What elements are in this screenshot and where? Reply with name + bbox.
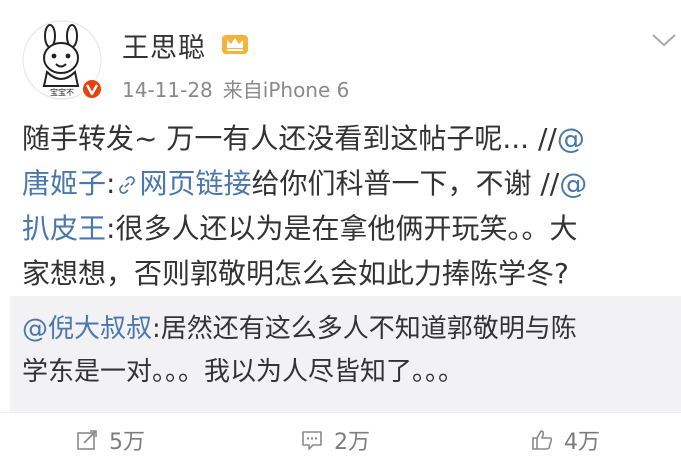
mention-link[interactable]: 扒皮王	[22, 212, 106, 245]
post-line-1: 随手转发~ 万一有人还没看到这帖子呢... //@	[22, 116, 672, 161]
post-content: 随手转发~ 万一有人还没看到这帖子呢... //@ 唐姬子: 网页链接给你们科普一…	[22, 116, 672, 296]
comment-button[interactable]: 2万	[300, 425, 370, 455]
like-count: 4万	[564, 430, 600, 455]
mention-link[interactable]: @	[557, 122, 585, 155]
link-icon	[119, 176, 136, 194]
like-button[interactable]: 4万	[530, 425, 600, 455]
post-line-2: 唐姬子: 网页链接给你们科普一下，不谢 //@	[22, 161, 672, 206]
post-text: :很多人还以为是在拿他俩开玩笑。。大	[106, 212, 578, 245]
comment-count: 2万	[334, 430, 370, 455]
retweet-block[interactable]: @倪大叔叔:居然还有这么多人不知道郭敬明与陈 学东是一对。。。我以为人尽皆知了。…	[10, 296, 681, 412]
chevron-down-icon[interactable]	[650, 30, 678, 50]
post-text: 随手转发~ 万一有人还没看到这帖子呢... //	[22, 122, 557, 155]
avatar-caption: 宝宝不	[50, 87, 74, 97]
action-bar: 5万 2万 4万	[0, 412, 681, 464]
post-line-3: 扒皮王:很多人还以为是在拿他俩开玩笑。。大	[22, 206, 672, 251]
crown-icon[interactable]	[220, 29, 250, 57]
comment-icon	[302, 431, 322, 450]
retweet-text: @倪大叔叔:居然还有这么多人不知道郭敬明与陈 学东是一对。。。我以为人尽皆知了。…	[22, 308, 681, 394]
repost-button[interactable]: 5万	[75, 425, 145, 455]
post-date[interactable]: 14-11-28	[122, 78, 213, 102]
web-link[interactable]: 网页链接	[115, 167, 251, 200]
mention-link[interactable]: 唐姬子	[22, 167, 106, 200]
retweet-author-link[interactable]: @倪大叔叔	[22, 314, 152, 344]
mention-link[interactable]: @	[559, 167, 587, 200]
retweet-text-part: :居然还有这么多人不知道郭敬明与陈	[152, 314, 577, 344]
post-source: 来自iPhone 6	[222, 78, 350, 102]
repost-icon	[77, 430, 97, 450]
post-line-4: 家想想，否则郭敬明怎么会如此力捧陈学冬?	[22, 257, 569, 290]
retweet-line-1: @倪大叔叔:居然还有这么多人不知道郭敬明与陈	[22, 308, 681, 351]
post-meta: 14-11-28 来自iPhone 6	[122, 74, 349, 103]
verified-v-icon	[82, 79, 102, 99]
username[interactable]: 王思聪	[122, 26, 206, 65]
weibo-post: 宝宝不 王思聪 14-11-28 来自iPhone 6 随手转发~ 万一有人还没看…	[0, 0, 681, 464]
thumbs-up-icon	[532, 430, 553, 450]
repost-count: 5万	[109, 430, 145, 455]
web-link-label: 网页链接	[139, 167, 252, 200]
post-text: 给你们科普一下，不谢 //	[251, 167, 560, 200]
retweet-line-2: 学东是一对。。。我以为人尽皆知了。。。	[22, 357, 465, 387]
